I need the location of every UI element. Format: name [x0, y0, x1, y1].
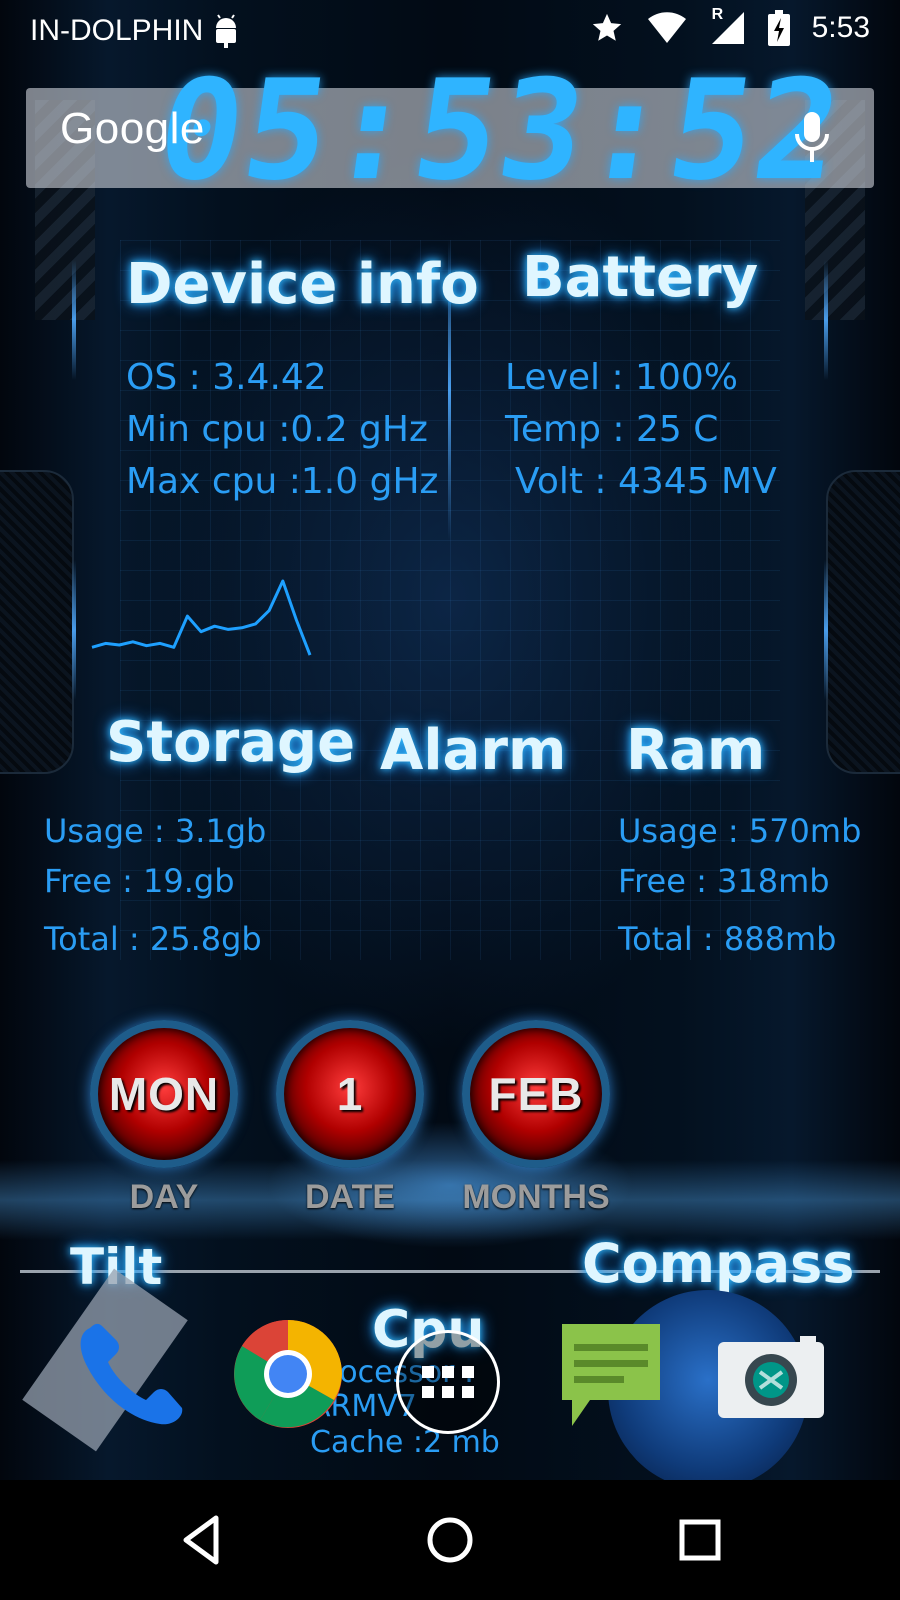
ram-title: Ram — [626, 718, 766, 783]
star-icon — [592, 13, 621, 41]
wallpaper-panel-left — [0, 470, 74, 774]
os-version: OS : 3.4.42 — [126, 357, 327, 398]
glow-line — [72, 260, 76, 380]
battery-level: Level : 100% — [505, 357, 738, 398]
wifi-icon — [647, 12, 686, 44]
camera-icon[interactable] — [716, 1336, 826, 1420]
storage-usage: Usage : 3.1gb — [44, 812, 267, 850]
android-debug-icon — [216, 14, 236, 48]
storage-title: Storage — [106, 710, 356, 775]
home-icon[interactable] — [420, 1510, 480, 1570]
google-logo[interactable]: Google — [60, 104, 205, 154]
glow-line — [72, 560, 76, 700]
mic-icon[interactable] — [792, 110, 832, 166]
month-dial: FEB — [462, 1020, 610, 1168]
ram-panel: Usage : 570mb Free : 318mb Total : 888mb — [618, 815, 861, 973]
digital-clock[interactable]: 05:53:52 — [149, 50, 852, 211]
battery-volt: Volt : 4345 MV — [515, 461, 777, 502]
date-dial: 1 — [276, 1020, 424, 1168]
glow-line — [824, 560, 828, 700]
month-label: MONTHS — [462, 1178, 610, 1216]
status-time: 5:53 — [811, 11, 870, 44]
day-dial: MON — [90, 1020, 238, 1168]
device-info-title: Device info — [126, 252, 479, 317]
day-value: MON — [108, 1068, 220, 1120]
status-icons: R 5:53 — [590, 6, 870, 46]
storage-total: Total : 25.8gb — [44, 920, 262, 958]
glow-line — [824, 260, 828, 380]
signal-icon: R — [710, 6, 746, 46]
compass-title: Compass — [582, 1232, 855, 1295]
wallpaper-panel-right — [826, 470, 900, 774]
ram-total: Total : 888mb — [618, 920, 837, 958]
min-cpu: Min cpu :0.2 gHz — [126, 409, 428, 450]
date-value: 1 — [336, 1068, 364, 1120]
battery-temp: Temp : 25 C — [505, 409, 719, 450]
app-drawer-icon[interactable] — [396, 1330, 500, 1434]
cpu-usage-line — [91, 579, 312, 656]
storage-panel: Usage : 3.1gb Free : 19.gb Total : 25.8g… — [44, 815, 266, 973]
battery-title: Battery — [522, 245, 759, 310]
month-value: FEB — [488, 1068, 584, 1120]
back-icon[interactable] — [172, 1510, 232, 1570]
chrome-icon[interactable] — [232, 1318, 344, 1430]
recents-icon[interactable] — [670, 1510, 730, 1570]
max-cpu: Max cpu :1.0 gHz — [126, 461, 439, 502]
alarm-title[interactable]: Alarm — [380, 718, 566, 783]
date-label: DATE — [304, 1178, 396, 1216]
day-label: DAY — [129, 1178, 199, 1216]
cpu-usage-graph — [91, 579, 312, 656]
roaming-indicator: R — [711, 6, 724, 23]
battery-charging-icon — [767, 10, 790, 46]
messaging-icon[interactable] — [556, 1320, 666, 1432]
carrier-name: IN-DOLPHIN — [30, 14, 204, 47]
battery-panel: Level : 100% Temp : 25 C Volt : 4345 MV — [505, 360, 777, 516]
ram-free: Free : 318mb — [618, 862, 830, 900]
storage-free: Free : 19.gb — [44, 862, 235, 900]
cpu-cache: Cache :2 mb — [310, 1425, 500, 1460]
device-info-panel: OS : 3.4.42 Min cpu :0.2 gHz Max cpu :1.… — [126, 360, 438, 516]
ram-usage: Usage : 570mb — [618, 812, 862, 850]
phone-icon[interactable] — [70, 1320, 190, 1430]
